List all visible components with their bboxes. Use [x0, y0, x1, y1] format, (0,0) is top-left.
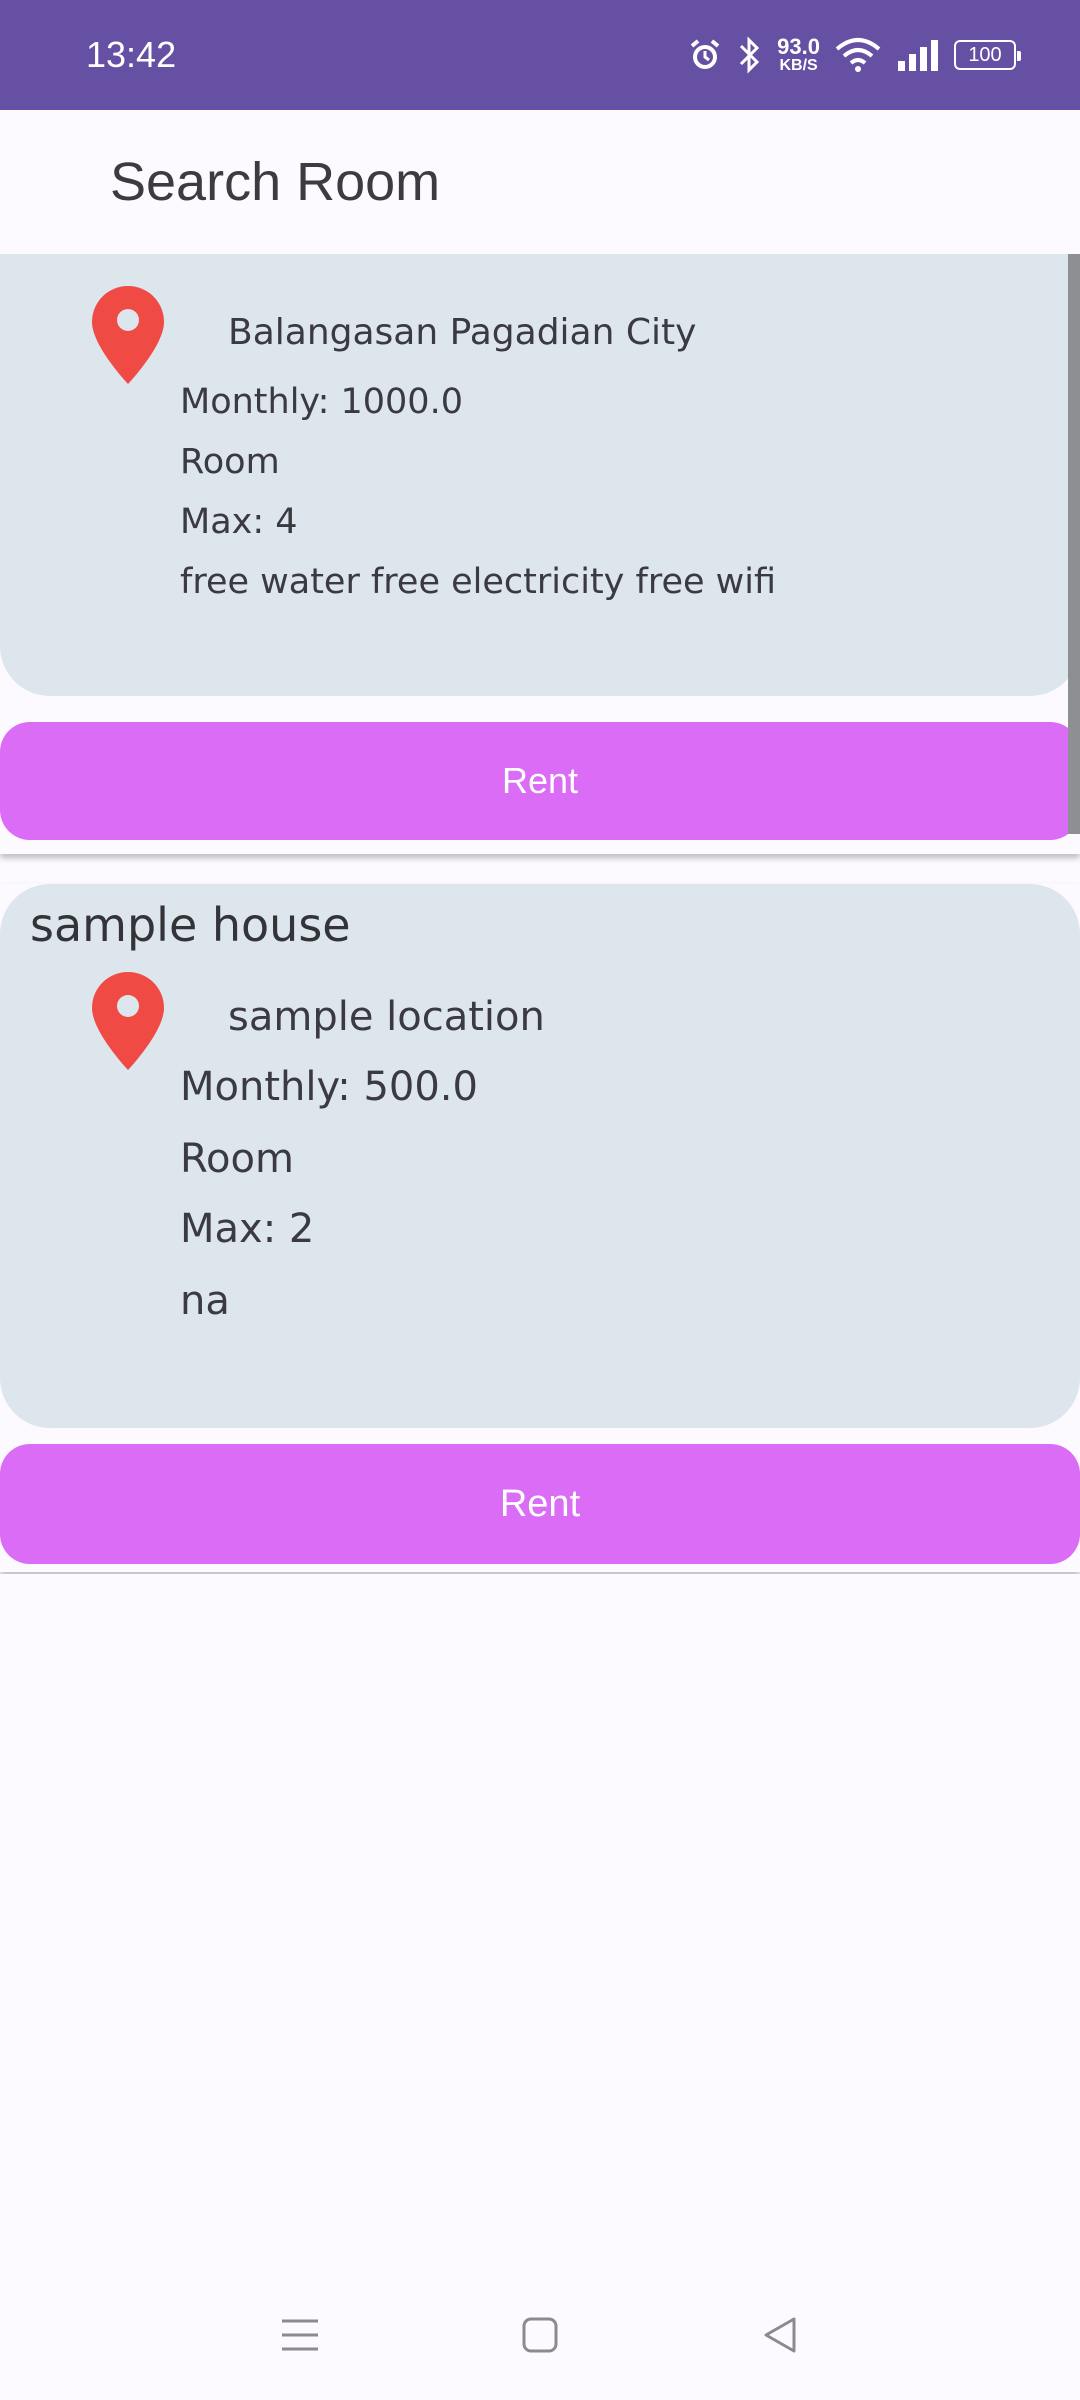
listing-location: Balangasan Pagadian City — [228, 312, 697, 353]
listing-list[interactable]: Balangasan Pagadian City Monthly: 1000.0… — [0, 254, 1080, 1574]
back-button[interactable] — [740, 2295, 820, 2375]
scrollbar-thumb[interactable] — [1068, 254, 1080, 834]
battery-indicator: 100 — [954, 40, 1021, 70]
back-triangle-icon — [764, 2317, 796, 2353]
listing-monthly: Monthly: 500.0 — [180, 1064, 478, 1110]
menu-icon — [282, 2319, 318, 2351]
home-square-icon — [522, 2317, 558, 2353]
location-pin-icon — [92, 972, 164, 1070]
listing-description: free water free electricity free wifi — [180, 562, 777, 602]
listing-max: Max: 4 — [180, 502, 298, 542]
bluetooth-icon — [740, 36, 760, 74]
menu-button[interactable] — [260, 2295, 340, 2375]
speed-value: 93.0 — [777, 34, 820, 59]
listing-type: Room — [180, 442, 280, 482]
rent-button[interactable]: Rent — [0, 722, 1080, 840]
app-bar: Search Room — [0, 110, 1080, 254]
listing-description: na — [180, 1278, 230, 1324]
status-time: 13:42 — [86, 34, 177, 75]
signal-icon — [898, 40, 938, 71]
listing-card: Balangasan Pagadian City Monthly: 1000.0… — [0, 254, 1080, 854]
page-title: Search Room — [110, 152, 441, 212]
wifi-icon — [835, 38, 881, 72]
listing-details: Balangasan Pagadian City Monthly: 1000.0… — [0, 254, 1080, 696]
alarm-icon — [690, 39, 720, 69]
listing-monthly: Monthly: 1000.0 — [180, 382, 463, 422]
location-pin-icon — [92, 286, 164, 384]
home-button[interactable] — [500, 2295, 580, 2375]
status-bar: 13:42 93.0 KB/S 100 — [0, 0, 1080, 110]
rent-button[interactable]: Rent — [0, 1444, 1080, 1564]
status-icons: 93.0 KB/S 100 — [687, 36, 1021, 74]
listing-location: sample location — [228, 994, 545, 1040]
listing-title: sample house — [30, 898, 351, 952]
system-nav-bar — [0, 2270, 1080, 2400]
listing-details: sample house sample location Monthly: 50… — [0, 884, 1080, 1428]
listing-type: Room — [180, 1136, 294, 1182]
listing-card: sample house sample location Monthly: 50… — [0, 884, 1080, 1572]
speed-unit: KB/S — [779, 57, 818, 74]
listing-max: Max: 2 — [180, 1206, 315, 1252]
network-speed: 93.0 KB/S — [777, 36, 820, 74]
